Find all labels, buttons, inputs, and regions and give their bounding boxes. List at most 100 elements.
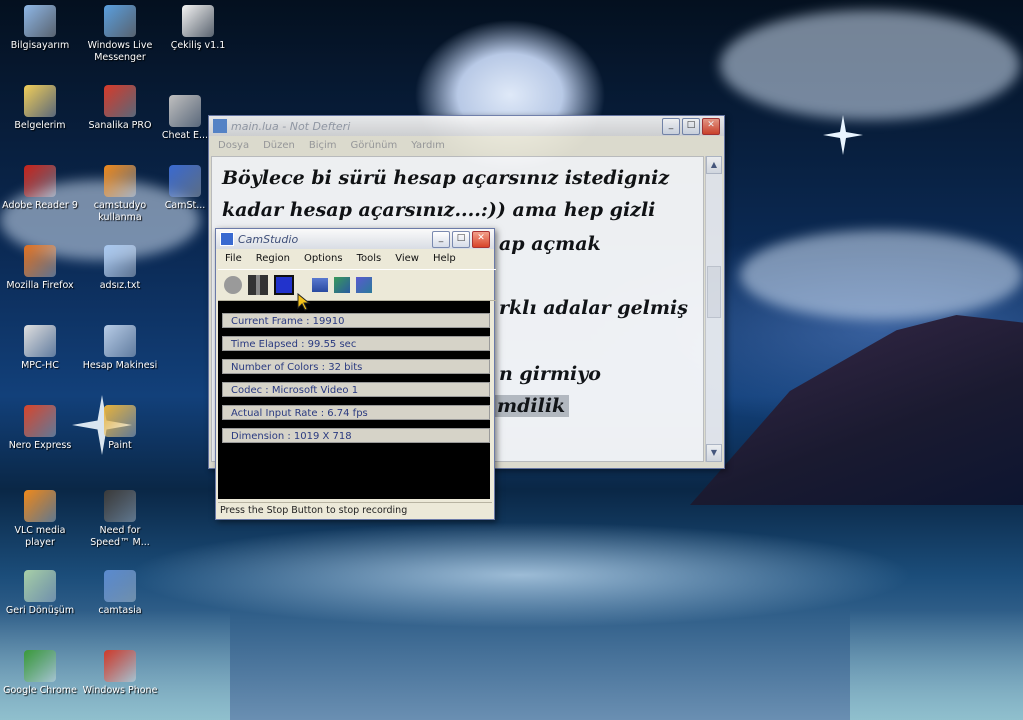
desktop-icon-label: Hesap Makinesi (82, 360, 158, 371)
camstudio-title: CamStudio (238, 232, 299, 246)
desktop-icon[interactable]: MPC-HC (0, 325, 80, 372)
nfs-icon (104, 490, 136, 522)
stat-number-of-colors: Number of Colors : 32 bits (222, 359, 490, 374)
camstudio-maximize-button[interactable]: □ (452, 230, 470, 248)
camstudio-menu-view[interactable]: View (388, 253, 426, 264)
notepad-menu-file[interactable]: Dosya (211, 140, 256, 151)
chrome-icon (24, 650, 56, 682)
mountain (690, 315, 1023, 505)
camstudio-menu-file[interactable]: File (218, 253, 249, 264)
notepad-title: main.lua - Not Defteri (231, 119, 351, 133)
camstudio-menu-region[interactable]: Region (249, 253, 297, 264)
camstudio-app-icon (220, 232, 234, 246)
desktop-icon-label: Nero Express (8, 440, 72, 451)
desktop-icon[interactable]: Paint (80, 405, 160, 452)
window-app-icon (182, 5, 214, 37)
notepad-menu-view[interactable]: Görünüm (344, 140, 405, 151)
camstudio-toolbar (218, 269, 496, 301)
grass (850, 610, 1023, 720)
text-line: kadar hesap açarsınız....:)) ama hep giz… (222, 199, 656, 221)
computer-icon (24, 5, 56, 37)
notepad-close-button[interactable]: ✕ (702, 117, 720, 135)
desktop-icon[interactable]: Nero Express (0, 405, 80, 452)
camstudio-menu-help[interactable]: Help (426, 253, 463, 264)
camstudio-close-button[interactable]: ✕ (472, 230, 490, 248)
stat-time-elapsed: Time Elapsed : 99.55 sec (222, 336, 490, 351)
desktop-icon-label: Belgelerim (14, 120, 66, 131)
desktop-icon-label: Bilgisayarım (10, 40, 70, 51)
camstudio-menu-options[interactable]: Options (297, 253, 350, 264)
cloud (720, 10, 1020, 120)
desktop-icon-label: Windows Phone (82, 685, 158, 696)
vlc-cone-icon (104, 165, 136, 197)
scroll-down-arrow-icon[interactable]: ▼ (706, 444, 722, 462)
calculator-icon (104, 325, 136, 357)
notepad-app-icon (213, 119, 227, 133)
desktop-icon[interactable]: Bilgisayarım (0, 5, 80, 52)
camstudio-menu-tools[interactable]: Tools (350, 253, 389, 264)
stat-dimension: Dimension : 1019 X 718 (222, 428, 490, 443)
notepad-menubar: Dosya Düzen Biçim Görünüm Yardım (209, 136, 724, 154)
desktop-icon[interactable]: VLC media player (0, 490, 80, 549)
desktop-icon[interactable]: camtasia (80, 570, 160, 617)
desktop-icon[interactable]: Need for Speed™ M... (80, 490, 160, 549)
camstudio-status-bar: Press the Stop Button to stop recording (218, 502, 492, 518)
nero-icon (24, 405, 56, 437)
desktop-icon[interactable]: Mozilla Firefox (0, 245, 80, 292)
desktop-icon[interactable]: Windows Phone (80, 650, 160, 697)
selected-text-line: mdilik (493, 395, 570, 417)
text-line: rklı adalar gelmiş (499, 297, 688, 319)
mouse-cursor-icon (297, 293, 311, 311)
text-line: ap açmak (499, 233, 601, 255)
stat-input-rate: Actual Input Rate : 6.74 fps (222, 405, 490, 420)
media-player-icon (24, 325, 56, 357)
notepad-menu-help[interactable]: Yardım (404, 140, 452, 151)
annotation-icon[interactable] (334, 277, 350, 293)
notepad-menu-format[interactable]: Biçim (302, 140, 344, 151)
phone-icon (104, 650, 136, 682)
desktop-icon-label: MPC-HC (21, 360, 59, 371)
desktop-icon[interactable]: Geri Dönüşüm (0, 570, 80, 617)
scroll-up-arrow-icon[interactable]: ▲ (706, 156, 722, 174)
paint-icon (104, 405, 136, 437)
desktop-icon[interactable]: Google Chrome (0, 650, 80, 697)
notepad-scrollbar[interactable]: ▲ ▼ (705, 156, 722, 462)
camstudio-minimize-button[interactable]: _ (432, 230, 450, 248)
messenger-icon (104, 5, 136, 37)
notepad-menu-edit[interactable]: Düzen (256, 140, 302, 151)
record-button-icon[interactable] (224, 276, 242, 294)
text-file-icon (104, 245, 136, 277)
desktop-icon[interactable]: adsız.txt (80, 245, 160, 292)
cloud (740, 230, 1023, 320)
desktop-icon[interactable]: Adobe Reader 9 (0, 165, 80, 212)
desktop-icon-label: adsız.txt (99, 280, 141, 291)
desktop-icon-label: VLC media player (14, 525, 66, 548)
notepad-maximize-button[interactable]: □ (682, 117, 700, 135)
stop-button-icon[interactable] (274, 275, 294, 295)
camtasia-icon (104, 570, 136, 602)
sparkle-star (823, 115, 863, 155)
camstudio-titlebar[interactable]: CamStudio _ □ ✕ (216, 229, 494, 249)
desktop-icon-label: camtasia (98, 605, 142, 616)
desktop-icon[interactable]: Windows Live Messenger (80, 5, 160, 64)
camstudio-window[interactable]: CamStudio _ □ ✕ File Region Options Tool… (215, 228, 496, 520)
vlc-icon (24, 490, 56, 522)
camstudio-menubar: File Region Options Tools View Help (216, 249, 494, 267)
scroll-thumb[interactable] (707, 266, 721, 318)
desktop-icon[interactable]: Belgelerim (0, 85, 80, 132)
notepad-minimize-button[interactable]: _ (662, 117, 680, 135)
desktop-icon[interactable]: Hesap Makinesi (80, 325, 160, 372)
desktop-icon-label: Need for Speed™ M... (90, 525, 150, 548)
video-options-icon[interactable] (356, 277, 372, 293)
screen-region-icon[interactable] (312, 278, 328, 292)
cheat-engine-icon (169, 95, 201, 127)
desktop-icon[interactable]: Çekiliş v1.1 (158, 5, 238, 52)
text-line: n girmiyo (499, 363, 601, 385)
recording-stats-panel: Current Frame : 19910 Time Elapsed : 99.… (218, 301, 490, 499)
stat-current-frame: Current Frame : 19910 (222, 313, 490, 328)
pause-button-icon[interactable] (248, 275, 268, 295)
desktop-icon-label: Geri Dönüşüm (5, 605, 75, 616)
text-line: Böylece bi sürü hesap açarsınız istedign… (222, 167, 670, 189)
notepad-titlebar[interactable]: main.lua - Not Defteri _ □ ✕ (209, 116, 724, 136)
desktop-icon-label: Mozilla Firefox (6, 280, 74, 291)
